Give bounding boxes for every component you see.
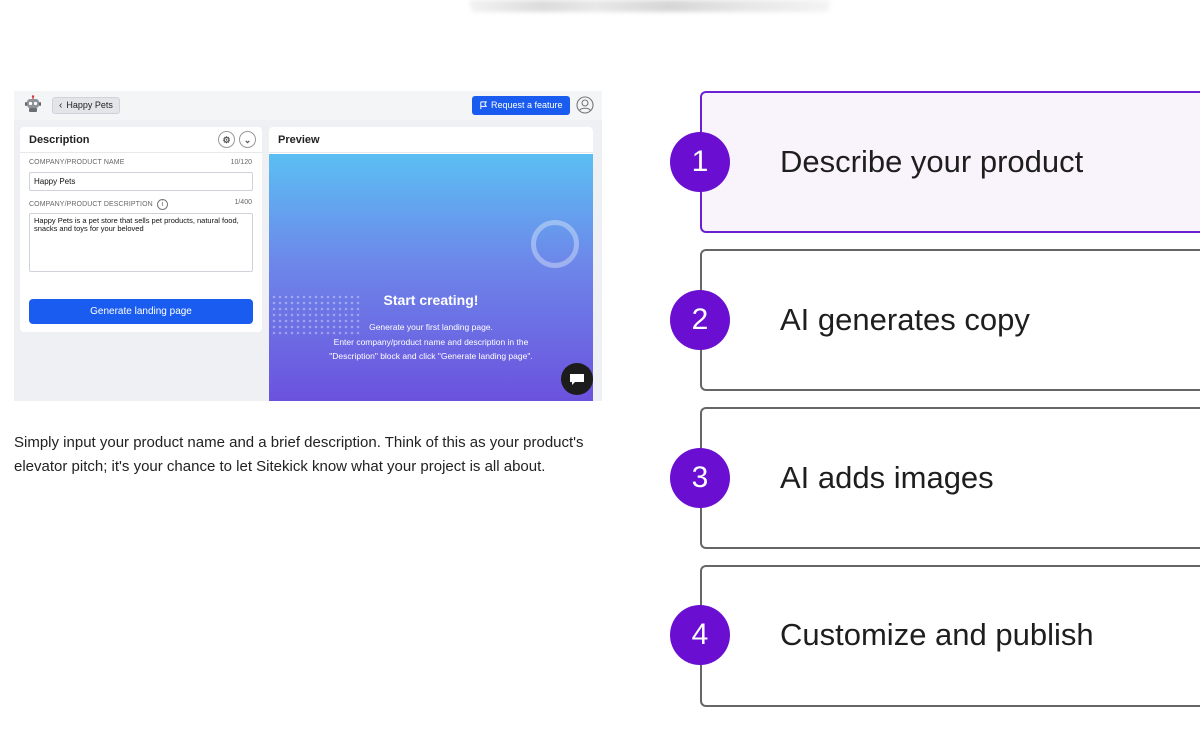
top-blurred-strip: [470, 0, 830, 12]
step-label-4: Customize and publish: [780, 617, 1094, 652]
description-label: COMPANY/PRODUCT DESCRIPTION i: [29, 199, 168, 210]
step-label-2: AI generates copy: [780, 302, 1030, 337]
description-label-text: COMPANY/PRODUCT DESCRIPTION: [29, 201, 153, 208]
chat-button[interactable]: [561, 363, 593, 395]
info-icon[interactable]: i: [156, 199, 168, 210]
preview-title: Preview: [278, 134, 320, 146]
step-label-3: AI adds images: [780, 460, 994, 495]
step-number-4: 4: [670, 605, 730, 665]
description-panel: Description ⚙ ⌄ COMPANY/PRODUCT NAME 10/…: [20, 127, 262, 332]
settings-icon[interactable]: ⚙: [218, 131, 235, 148]
preview-line-1: Generate your first landing page.: [369, 322, 493, 332]
decorative-ring: [531, 220, 579, 268]
step-caption: Simply input your product name and a bri…: [14, 434, 584, 475]
app-topbar: ‹ Happy Pets Request a feature: [14, 91, 602, 120]
request-feature-label: Request a feature: [491, 100, 563, 110]
robot-icon: [25, 95, 41, 112]
preview-line-3: "Description" block and click "Generate …: [329, 351, 533, 361]
name-label: COMPANY/PRODUCT NAME: [29, 159, 124, 166]
name-label-text: COMPANY/PRODUCT NAME: [29, 159, 125, 166]
preview-area: Start creating! Generate your first land…: [269, 154, 593, 401]
product-description-input[interactable]: Happy Pets is a pet store that sells pet…: [29, 213, 253, 272]
generate-landing-page-button[interactable]: Generate landing page: [29, 299, 253, 324]
chat-icon: [570, 374, 584, 385]
user-icon[interactable]: [576, 96, 594, 114]
description-count: 1/400: [234, 199, 252, 206]
flag-icon: [480, 101, 488, 110]
step-number-2: 2: [670, 290, 730, 350]
app-screenshot: ‹ Happy Pets Request a feature Descripti…: [14, 91, 602, 401]
request-feature-button[interactable]: Request a feature: [472, 96, 570, 115]
name-count: 10/120: [230, 159, 252, 166]
preview-heading: Start creating!: [383, 292, 479, 308]
preview-panel-header: Preview: [269, 127, 593, 153]
back-button[interactable]: ‹ Happy Pets: [52, 97, 120, 114]
back-button-label: Happy Pets: [66, 100, 113, 110]
chevron-left-icon: ‹: [59, 99, 63, 111]
step-number-3: 3: [670, 448, 730, 508]
preview-line-2: Enter company/product name and descripti…: [333, 337, 529, 347]
product-name-input[interactable]: Happy Pets: [29, 172, 253, 191]
description-title: Description: [29, 134, 90, 146]
description-panel-header: Description ⚙ ⌄: [20, 127, 262, 153]
chevron-down-icon[interactable]: ⌄: [239, 131, 256, 148]
step-label-1: Describe your product: [780, 144, 1084, 179]
preview-panel: Preview Start creating! Generate your fi…: [269, 127, 593, 401]
step-number-1: 1: [670, 132, 730, 192]
